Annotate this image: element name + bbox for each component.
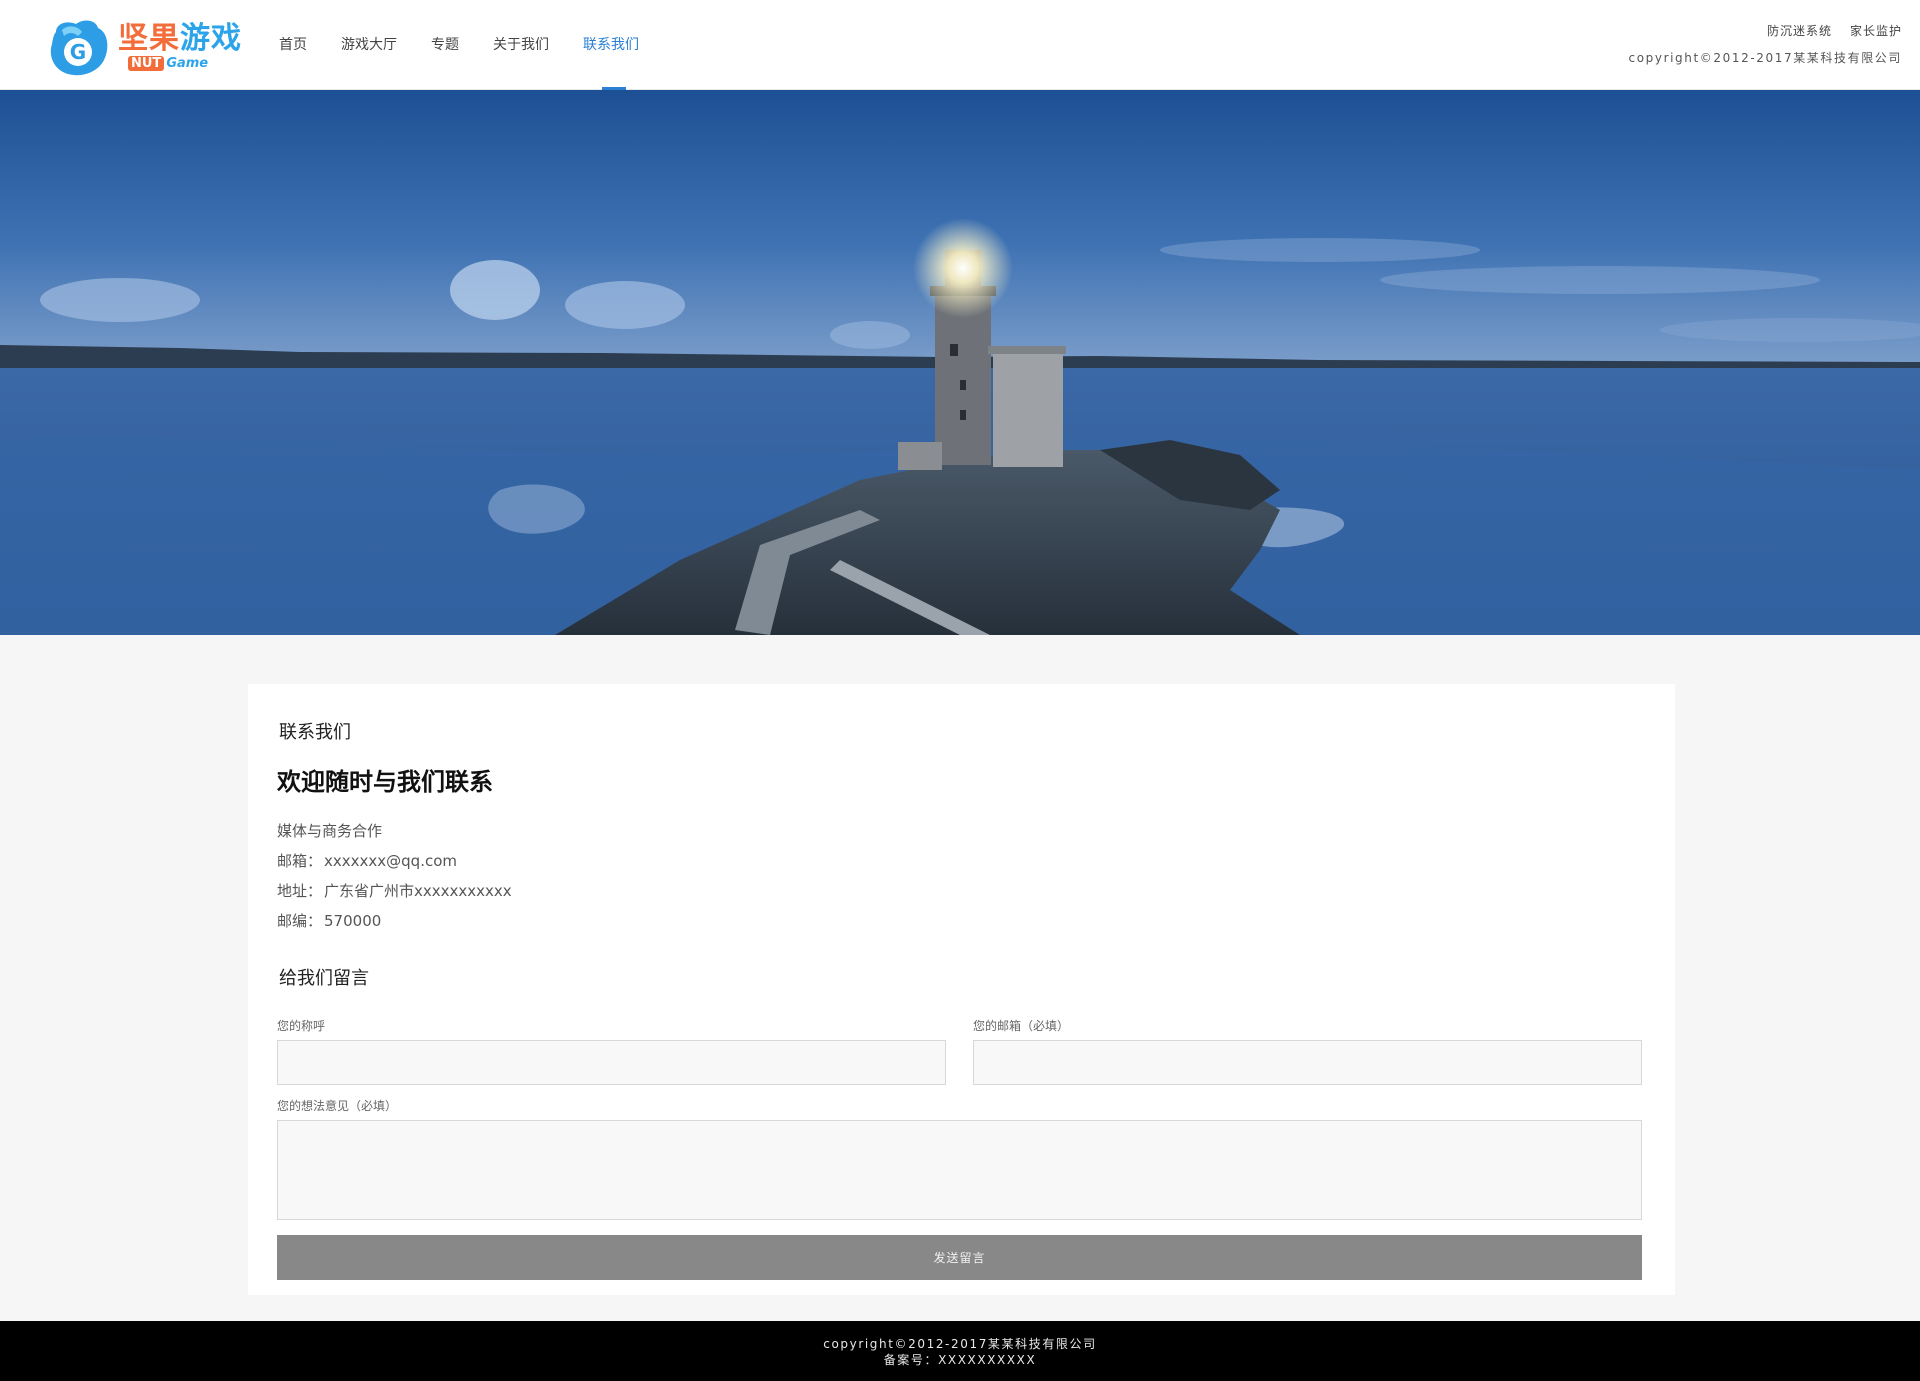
contact-headline: 欢迎随时与我们联系 [277, 768, 493, 796]
logo-mascot-icon: G [50, 20, 108, 76]
contact-info: 媒体与商务合作 邮箱： xxxxxxx@qq.com 地址： 广东省广州市xxxxx… [277, 816, 512, 936]
site-header: G 坚果游戏 NUT Game 首页 游戏大厅 专题 关于我们 联系我们 防沉迷系… [0, 0, 1920, 90]
footer-icp: 备案号：XXXXXXXXXX [883, 1353, 1037, 1367]
message-field-label: 您的想法意见（必填） [277, 1099, 398, 1113]
logo-text-part2: 游戏 [180, 21, 242, 56]
header-right: 防沉迷系统 家长监护 copyright©2012-2017某某科技有限公司 [1629, 22, 1902, 66]
postcode-value: 570000 [324, 912, 382, 930]
nav-item-game-hall[interactable]: 游戏大厅 [324, 0, 414, 90]
email-value: xxxxxxx@qq.com [324, 852, 458, 870]
address-label: 地址： [277, 882, 323, 900]
send-message-button[interactable]: 发送留言 [277, 1235, 1642, 1280]
logo-en-part2: Game [166, 56, 209, 71]
address-value: 广东省广州市xxxxxxxxxxx [324, 882, 512, 900]
nav-item-home[interactable]: 首页 [262, 0, 324, 90]
contact-section-title: 联系我们 [279, 722, 351, 743]
footer-copyright: copyright©2012-2017某某科技有限公司 [823, 1337, 1097, 1351]
logo-text-part1: 坚果 [118, 21, 180, 56]
lighthouse-banner-image [0, 90, 1920, 635]
header-links: 防沉迷系统 家长监护 [1629, 22, 1902, 39]
form-title: 给我们留言 [279, 968, 369, 989]
parent-monitor-link[interactable]: 家长监护 [1850, 24, 1902, 38]
nav-item-about[interactable]: 关于我们 [476, 0, 566, 90]
hero-banner [0, 90, 1920, 635]
email-label: 邮箱： [277, 852, 323, 870]
postcode-label: 邮编： [277, 912, 323, 930]
message-textarea[interactable] [277, 1120, 1642, 1220]
info-address-row: 地址： 广东省广州市xxxxxxxxxxx [277, 876, 512, 906]
svg-text:G: G [70, 40, 86, 64]
logo-en-part1: NUT [128, 56, 165, 71]
info-heading: 媒体与商务合作 [277, 822, 383, 840]
info-email-row: 邮箱： xxxxxxx@qq.com [277, 846, 512, 876]
site-logo[interactable]: G 坚果游戏 NUT Game [48, 14, 241, 78]
name-field-label: 您的称呼 [277, 1019, 326, 1033]
email-input[interactable] [973, 1040, 1642, 1085]
nav-item-topics[interactable]: 专题 [414, 0, 476, 90]
email-field-label: 您的邮箱（必填） [973, 1019, 1070, 1033]
main-nav: 首页 游戏大厅 专题 关于我们 联系我们 [262, 0, 656, 90]
header-copyright: copyright©2012-2017某某科技有限公司 [1628, 51, 1902, 65]
info-postcode-row: 邮编： 570000 [277, 906, 512, 936]
site-footer: copyright©2012-2017某某科技有限公司 备案号：XXXXXXXX… [0, 1321, 1920, 1381]
contact-card: 联系我们 欢迎随时与我们联系 媒体与商务合作 邮箱： xxxxxxx@qq.com… [248, 684, 1675, 1295]
anti-addiction-link[interactable]: 防沉迷系统 [1767, 24, 1832, 38]
name-input[interactable] [277, 1040, 946, 1085]
nav-item-contact[interactable]: 联系我们 [566, 0, 656, 90]
